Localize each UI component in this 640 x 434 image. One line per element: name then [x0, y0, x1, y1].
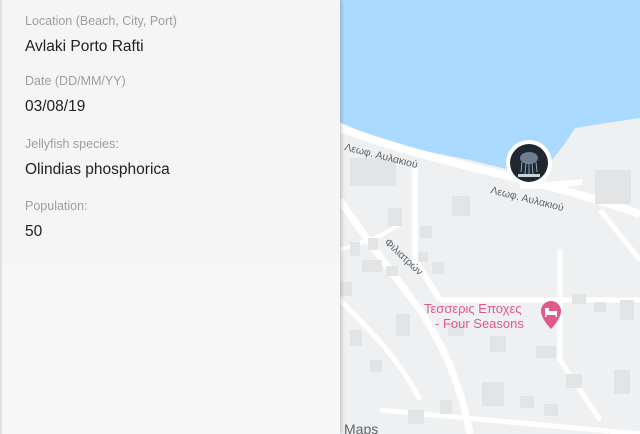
- building: [595, 170, 631, 204]
- building: [490, 336, 506, 352]
- building: [420, 226, 432, 238]
- building: [388, 208, 402, 226]
- building: [620, 300, 634, 320]
- app-root: Λεωφ. Αυλακιού Λεωφ. Αυλακιού Φιλιατρών …: [0, 0, 640, 434]
- building: [370, 360, 382, 372]
- date-label: Date (DD/MM/YY): [25, 74, 126, 88]
- building: [572, 294, 586, 304]
- building: [520, 396, 534, 408]
- building: [362, 260, 382, 272]
- poi-label-line2[interactable]: - Four Seasons: [435, 316, 524, 331]
- building: [396, 314, 410, 336]
- building: [432, 262, 444, 274]
- building: [386, 266, 398, 276]
- building: [536, 346, 556, 358]
- building: [594, 302, 606, 312]
- report-panel: Location (Beach, City, Port) Avlaki Port…: [0, 0, 340, 434]
- panel-empty-area: [0, 264, 340, 434]
- date-value[interactable]: 03/08/19: [25, 98, 126, 116]
- report-card: Location (Beach, City, Port) Avlaki Port…: [0, 0, 340, 264]
- species-field[interactable]: Jellyfish species: Olindias phosphorica: [25, 137, 170, 179]
- building: [340, 282, 352, 296]
- location-field[interactable]: Location (Beach, City, Port) Avlaki Port…: [25, 14, 177, 56]
- species-label: Jellyfish species:: [25, 137, 119, 151]
- jellyfish-marker-icon[interactable]: [506, 140, 552, 186]
- building: [350, 330, 362, 346]
- map-attribution: Maps: [344, 421, 378, 434]
- building: [452, 196, 470, 216]
- population-field[interactable]: Population: 50: [25, 199, 88, 241]
- building: [544, 404, 558, 416]
- building: [566, 374, 582, 388]
- date-field[interactable]: Date (DD/MM/YY) 03/08/19: [25, 74, 126, 116]
- building: [368, 238, 378, 250]
- building: [350, 242, 360, 256]
- panel-left-border: [0, 0, 2, 434]
- building: [614, 370, 630, 394]
- building: [418, 252, 428, 262]
- population-label: Population:: [25, 199, 88, 213]
- location-value[interactable]: Avlaki Porto Rafti: [25, 38, 177, 56]
- population-value[interactable]: 50: [25, 223, 88, 241]
- species-value[interactable]: Olindias phosphorica: [25, 161, 170, 179]
- location-label: Location (Beach, City, Port): [25, 14, 177, 28]
- poi-label-line1[interactable]: Τεσσερις Εποχες: [424, 301, 522, 316]
- building: [440, 400, 452, 414]
- building: [408, 410, 424, 424]
- building: [482, 382, 504, 406]
